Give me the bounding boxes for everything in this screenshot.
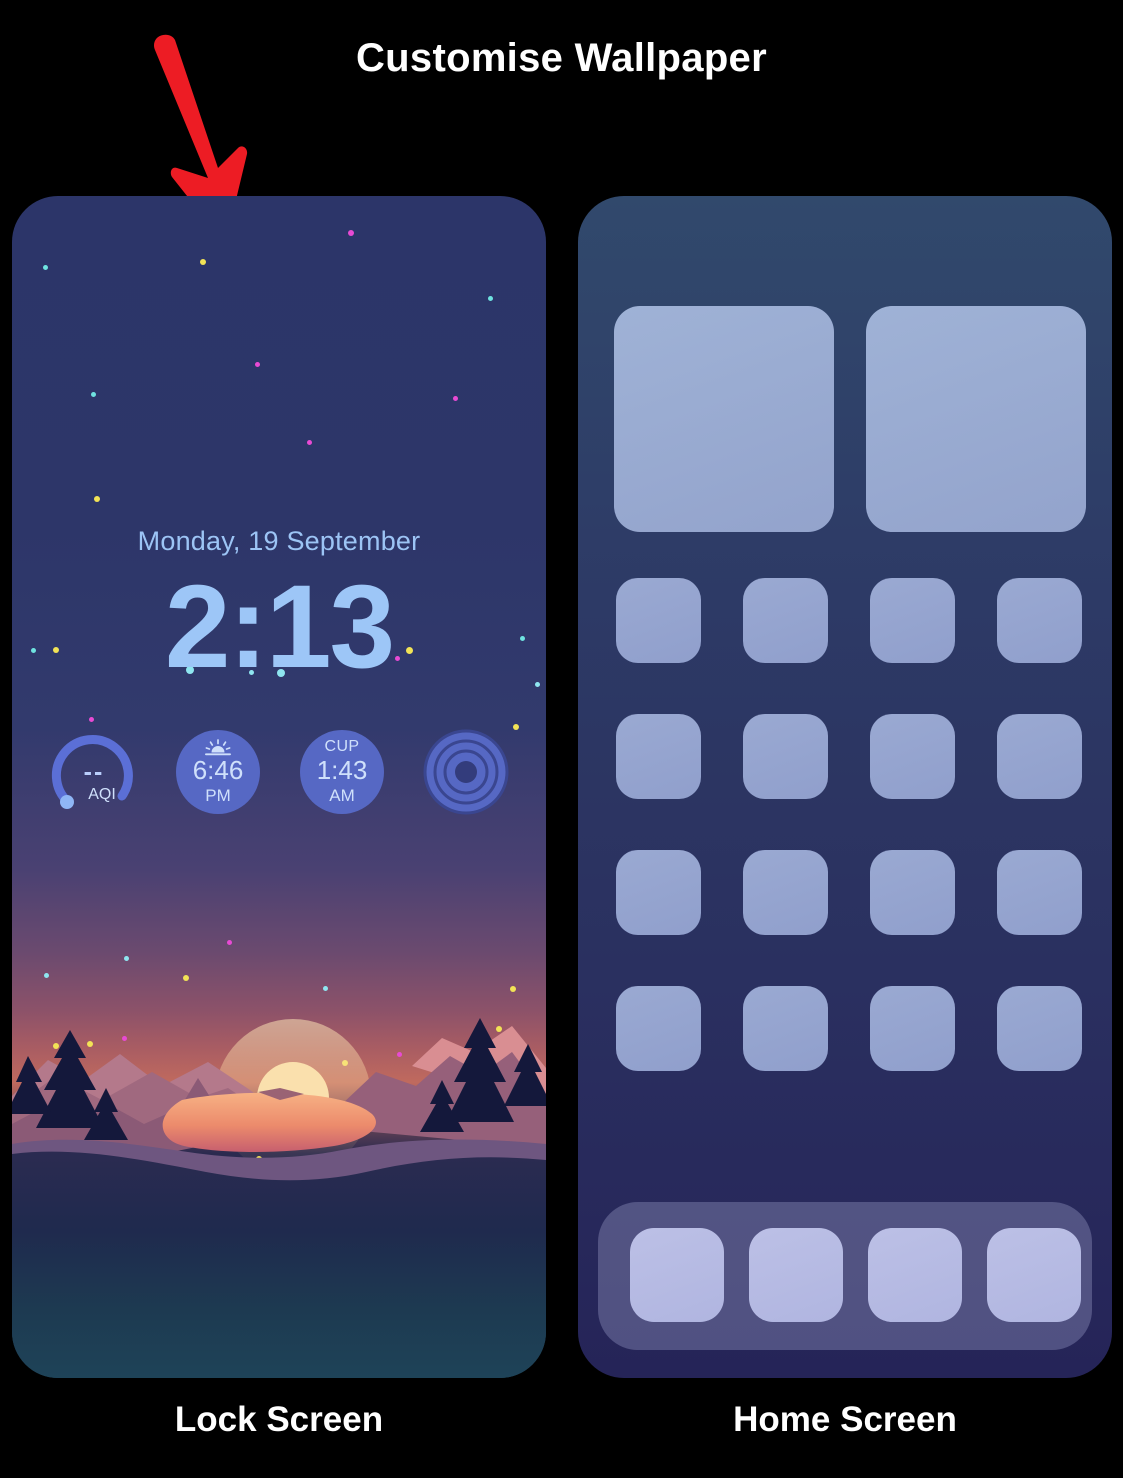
lock-screen-clock: 2:13 [164, 561, 395, 693]
widget-sunset[interactable]: 6:46 PM [170, 724, 266, 820]
world-clock-time: 1:43 [316, 754, 368, 785]
world-clock-meridiem: AM [329, 785, 355, 805]
aqi-label: AQI [88, 786, 116, 803]
home-dock [598, 1202, 1092, 1350]
widget-air-quality[interactable]: -- AQI [46, 724, 142, 820]
lock-screen-date: Monday, 19 September [137, 526, 421, 556]
lock-screen-widget-row: -- AQI 6:46 PM CUP 1:43 AM [46, 724, 514, 820]
home-app-icon[interactable] [743, 850, 828, 935]
home-screen-preview[interactable] [578, 196, 1112, 1378]
lock-screen-caption: Lock Screen [174, 1400, 384, 1439]
home-app-icon[interactable] [997, 578, 1082, 663]
home-app-icon[interactable] [616, 578, 701, 663]
lock-screen-preview[interactable]: Monday, 19 September 2:13 -- AQI 6:46 PM… [12, 196, 546, 1378]
dock-app-icon[interactable] [868, 1228, 962, 1322]
home-app-icon[interactable] [743, 986, 828, 1071]
home-app-icon[interactable] [616, 714, 701, 799]
dock-app-icon[interactable] [749, 1228, 843, 1322]
home-app-icon[interactable] [743, 578, 828, 663]
sunset-landscape-illustration [12, 1018, 546, 1378]
home-app-icon[interactable] [870, 578, 955, 663]
home-app-icon[interactable] [616, 986, 701, 1071]
dock-app-icon[interactable] [630, 1228, 724, 1322]
home-app-icon[interactable] [997, 986, 1082, 1071]
dock-app-icon[interactable] [987, 1228, 1081, 1322]
sunset-icon [205, 738, 231, 755]
home-app-icon[interactable] [870, 850, 955, 935]
aqi-value: -- [83, 758, 105, 786]
home-app-icon[interactable] [870, 986, 955, 1071]
home-app-icon[interactable] [870, 714, 955, 799]
world-clock-city: CUP [324, 737, 360, 755]
home-screen-caption: Home Screen [733, 1400, 957, 1439]
home-widget-placeholder[interactable] [614, 306, 834, 532]
home-app-icon[interactable] [616, 850, 701, 935]
sunset-time: 6:46 [192, 754, 244, 785]
home-app-icon[interactable] [997, 714, 1082, 799]
home-app-icon[interactable] [997, 850, 1082, 935]
widget-world-clock[interactable]: CUP 1:43 AM [294, 724, 390, 820]
sunset-meridiem: PM [205, 785, 231, 805]
home-app-icon[interactable] [743, 714, 828, 799]
widget-sleep-rings[interactable] [418, 724, 514, 820]
concentric-rings-icon [423, 729, 509, 815]
screenshot-root: Customise Wallpaper Monday, 19 September… [0, 0, 1123, 1478]
home-widget-placeholder[interactable] [866, 306, 1086, 532]
